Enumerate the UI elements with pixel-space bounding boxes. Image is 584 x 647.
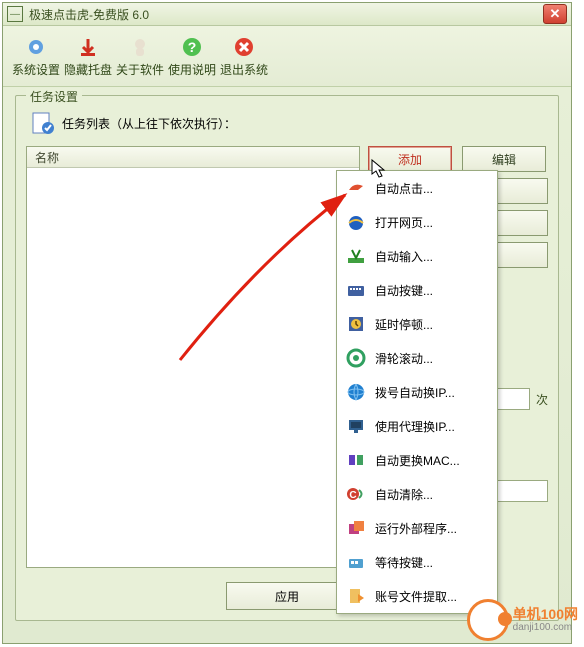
menu-auto-input[interactable]: 自动输入...	[337, 239, 497, 273]
toolbar-exit[interactable]: 退出系统	[219, 30, 269, 82]
help-icon: ?	[180, 35, 204, 59]
add-dropdown-menu: 自动点击... 打开网页... 自动输入... 自动按键... 延时停顿... …	[336, 170, 498, 614]
times-suffix: 次	[536, 391, 548, 408]
menu-auto-click[interactable]: 自动点击...	[337, 171, 497, 205]
monitor-icon	[345, 415, 367, 437]
toolbar-settings[interactable]: 系统设置	[11, 30, 61, 82]
svg-text:C: C	[349, 490, 356, 501]
click-icon	[345, 177, 367, 199]
clear-icon: C	[345, 483, 367, 505]
about-icon	[128, 35, 152, 59]
exit-icon	[232, 35, 256, 59]
mac-icon	[345, 449, 367, 471]
ie-icon	[345, 211, 367, 233]
column-name[interactable]: 名称	[27, 147, 359, 168]
task-listview[interactable]: 名称	[26, 146, 360, 568]
watermark: 单机100网 danji100.com	[467, 599, 578, 641]
watermark-logo-icon	[467, 599, 509, 641]
globe-icon	[345, 381, 367, 403]
window-title: 极速点击虎-免费版 6.0	[29, 6, 543, 23]
menu-auto-clear[interactable]: C自动清除...	[337, 477, 497, 511]
menu-wait-key[interactable]: 等待按键...	[337, 545, 497, 579]
keyboard-icon	[345, 279, 367, 301]
wheel-icon	[345, 347, 367, 369]
menu-auto-key[interactable]: 自动按键...	[337, 273, 497, 307]
titlebar: — 极速点击虎-免费版 6.0 ✕	[3, 3, 571, 26]
menu-proxy-ip[interactable]: 使用代理换IP...	[337, 409, 497, 443]
run-icon	[345, 517, 367, 539]
tasklist-icon	[30, 110, 56, 136]
menu-dial-ip[interactable]: 拨号自动换IP...	[337, 375, 497, 409]
file-icon	[345, 585, 367, 607]
clock-icon	[345, 313, 367, 335]
menu-scroll[interactable]: 滑轮滚动...	[337, 341, 497, 375]
hide-icon	[76, 35, 100, 59]
close-button[interactable]: ✕	[543, 4, 567, 24]
gear-icon	[24, 35, 48, 59]
toolbar-hide-tray[interactable]: 隐藏托盘	[63, 30, 113, 82]
toolbar-about[interactable]: 关于软件	[115, 30, 165, 82]
add-button[interactable]: 添加	[368, 146, 452, 172]
menu-change-mac[interactable]: 自动更换MAC...	[337, 443, 497, 477]
apply-button[interactable]: 应用	[226, 582, 348, 610]
menu-open-webpage[interactable]: 打开网页...	[337, 205, 497, 239]
task-list-header: 任务列表（从上往下依次执行）：	[30, 110, 548, 136]
input-icon	[345, 245, 367, 267]
menu-delay[interactable]: 延时停顿...	[337, 307, 497, 341]
edit-button[interactable]: 编辑	[462, 146, 546, 172]
toolbar-help[interactable]: ? 使用说明	[167, 30, 217, 82]
svg-text:?: ?	[188, 39, 197, 55]
toolbar: 系统设置 隐藏托盘 关于软件 ? 使用说明 退出系统	[3, 26, 571, 87]
waitkey-icon	[345, 551, 367, 573]
menu-run-external[interactable]: 运行外部程序...	[337, 511, 497, 545]
group-title: 任务设置	[26, 88, 82, 105]
sysmenu-icon[interactable]: —	[7, 6, 23, 22]
